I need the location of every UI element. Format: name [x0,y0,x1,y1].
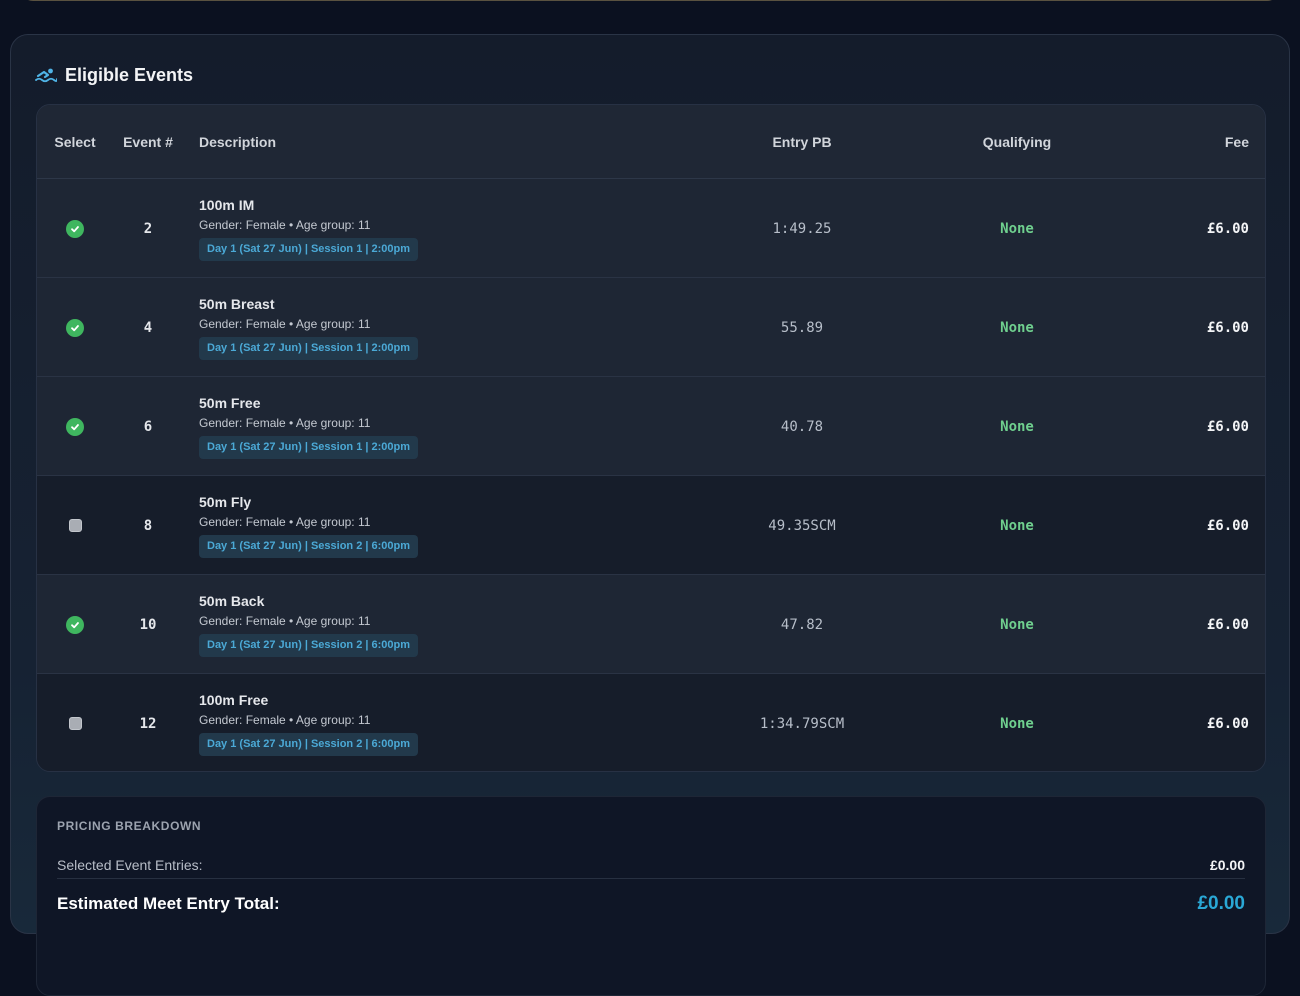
selected-entries-value: £0.00 [1209,856,1245,873]
unchecked-checkbox[interactable] [68,717,82,730]
unchecked-checkbox[interactable] [68,519,82,532]
entry-pb: 49.35SCM [768,517,836,534]
header-fee: Fee [1224,134,1249,150]
event-meta: Gender: Female • Age group: 11 [199,218,371,232]
event-name: 50m Free [199,395,261,411]
entry-pb: 1:34.79SCM [759,715,845,732]
event-number: 6 [143,418,153,435]
header-select: Select [54,134,96,150]
card-title: Eligible Events [65,64,194,85]
table-row[interactable]: 10 50m Back Gender: Female • Age group: … [37,575,1265,674]
header-entry-pb: Entry PB [772,134,832,150]
previous-card-edge [20,0,1280,1]
event-name: 50m Back [199,593,265,609]
select-cell[interactable] [37,476,113,575]
session-badge: Day 1 (Sat 27 Jun) | Session 1 | 2:00pm [199,238,419,261]
table-row[interactable]: 2 100m IM Gender: Female • Age group: 11… [37,179,1265,278]
entry-pb: 47.82 [780,616,824,633]
entry-pb: 40.78 [780,418,824,435]
event-description: 100m IM Gender: Female • Age group: 11 D… [199,179,419,278]
event-number: 8 [143,517,153,534]
header-event-number: Event # [123,134,173,150]
total-row: Estimated Meet Entry Total: £0.00 [57,891,1245,917]
event-description: 100m Free Gender: Female • Age group: 11… [199,674,419,771]
swimmer-icon [35,66,58,84]
event-name: 100m Free [199,692,269,708]
event-fee: £6.00 [1206,220,1249,237]
session-badge: Day 1 (Sat 27 Jun) | Session 1 | 2:00pm [199,337,419,360]
qualifying-status: None [1000,616,1034,633]
select-cell[interactable] [37,377,113,476]
session-badge: Day 1 (Sat 27 Jun) | Session 1 | 2:00pm [199,436,419,459]
entry-pb: 55.89 [780,319,824,336]
event-number: 2 [143,220,153,237]
total-label: Estimated Meet Entry Total: [57,894,280,913]
event-description: 50m Breast Gender: Female • Age group: 1… [199,278,419,377]
table-header: Select Event # Description Entry PB Qual… [37,105,1265,179]
select-cell[interactable] [37,674,113,771]
qualifying-status: None [1000,418,1034,435]
events-table: Select Event # Description Entry PB Qual… [36,104,1266,772]
event-number: 10 [139,616,157,633]
event-fee: £6.00 [1206,616,1249,633]
qualifying-status: None [1000,715,1034,732]
event-meta: Gender: Female • Age group: 11 [199,713,371,727]
event-fee: £6.00 [1206,517,1249,534]
table-row[interactable]: 4 50m Breast Gender: Female • Age group:… [37,278,1265,377]
event-meta: Gender: Female • Age group: 11 [199,614,371,628]
total-value: £0.00 [1197,893,1245,914]
event-description: 50m Fly Gender: Female • Age group: 11 D… [199,476,419,575]
select-cell[interactable] [37,179,113,278]
event-meta: Gender: Female • Age group: 11 [199,416,371,430]
event-number: 4 [143,319,153,336]
checked-icon[interactable] [66,219,84,238]
table-row[interactable]: 12 100m Free Gender: Female • Age group:… [37,674,1265,771]
event-name: 50m Fly [199,494,252,510]
table-row[interactable]: 6 50m Free Gender: Female • Age group: 1… [37,377,1265,476]
header-description: Description [199,134,277,150]
header-qualifying: Qualifying [982,134,1052,150]
event-number: 12 [139,715,157,732]
event-name: 100m IM [199,197,255,213]
pricing-title: PRICING BREAKDOWN [57,819,202,833]
table-body: 2 100m IM Gender: Female • Age group: 11… [37,179,1265,771]
session-badge: Day 1 (Sat 27 Jun) | Session 2 | 6:00pm [199,733,419,756]
event-description: 50m Free Gender: Female • Age group: 11 … [199,377,419,476]
checked-icon[interactable] [66,615,84,634]
event-description: 50m Back Gender: Female • Age group: 11 … [199,575,419,674]
event-meta: Gender: Female • Age group: 11 [199,317,371,331]
event-meta: Gender: Female • Age group: 11 [199,515,371,529]
selected-entries-row: Selected Event Entries: £0.00 [57,851,1245,879]
select-cell[interactable] [37,278,113,377]
checked-icon[interactable] [66,417,84,436]
eligible-events-card: Eligible Events Select Event # Descripti… [10,34,1290,996]
event-fee: £6.00 [1206,715,1249,732]
card-header: Eligible Events [35,63,193,87]
entry-pb: 1:49.25 [772,220,832,237]
qualifying-status: None [1000,220,1034,237]
event-name: 50m Breast [199,296,275,312]
qualifying-status: None [1000,517,1034,534]
event-fee: £6.00 [1206,319,1249,336]
checked-icon[interactable] [66,318,84,337]
select-cell[interactable] [37,575,113,674]
session-badge: Day 1 (Sat 27 Jun) | Session 2 | 6:00pm [199,634,419,657]
selected-entries-label: Selected Event Entries: [57,856,203,873]
qualifying-status: None [1000,319,1034,336]
event-fee: £6.00 [1206,418,1249,435]
session-badge: Day 1 (Sat 27 Jun) | Session 2 | 6:00pm [199,535,419,558]
table-row[interactable]: 8 50m Fly Gender: Female • Age group: 11… [37,476,1265,575]
pricing-breakdown: PRICING BREAKDOWN Selected Event Entries… [36,796,1266,996]
